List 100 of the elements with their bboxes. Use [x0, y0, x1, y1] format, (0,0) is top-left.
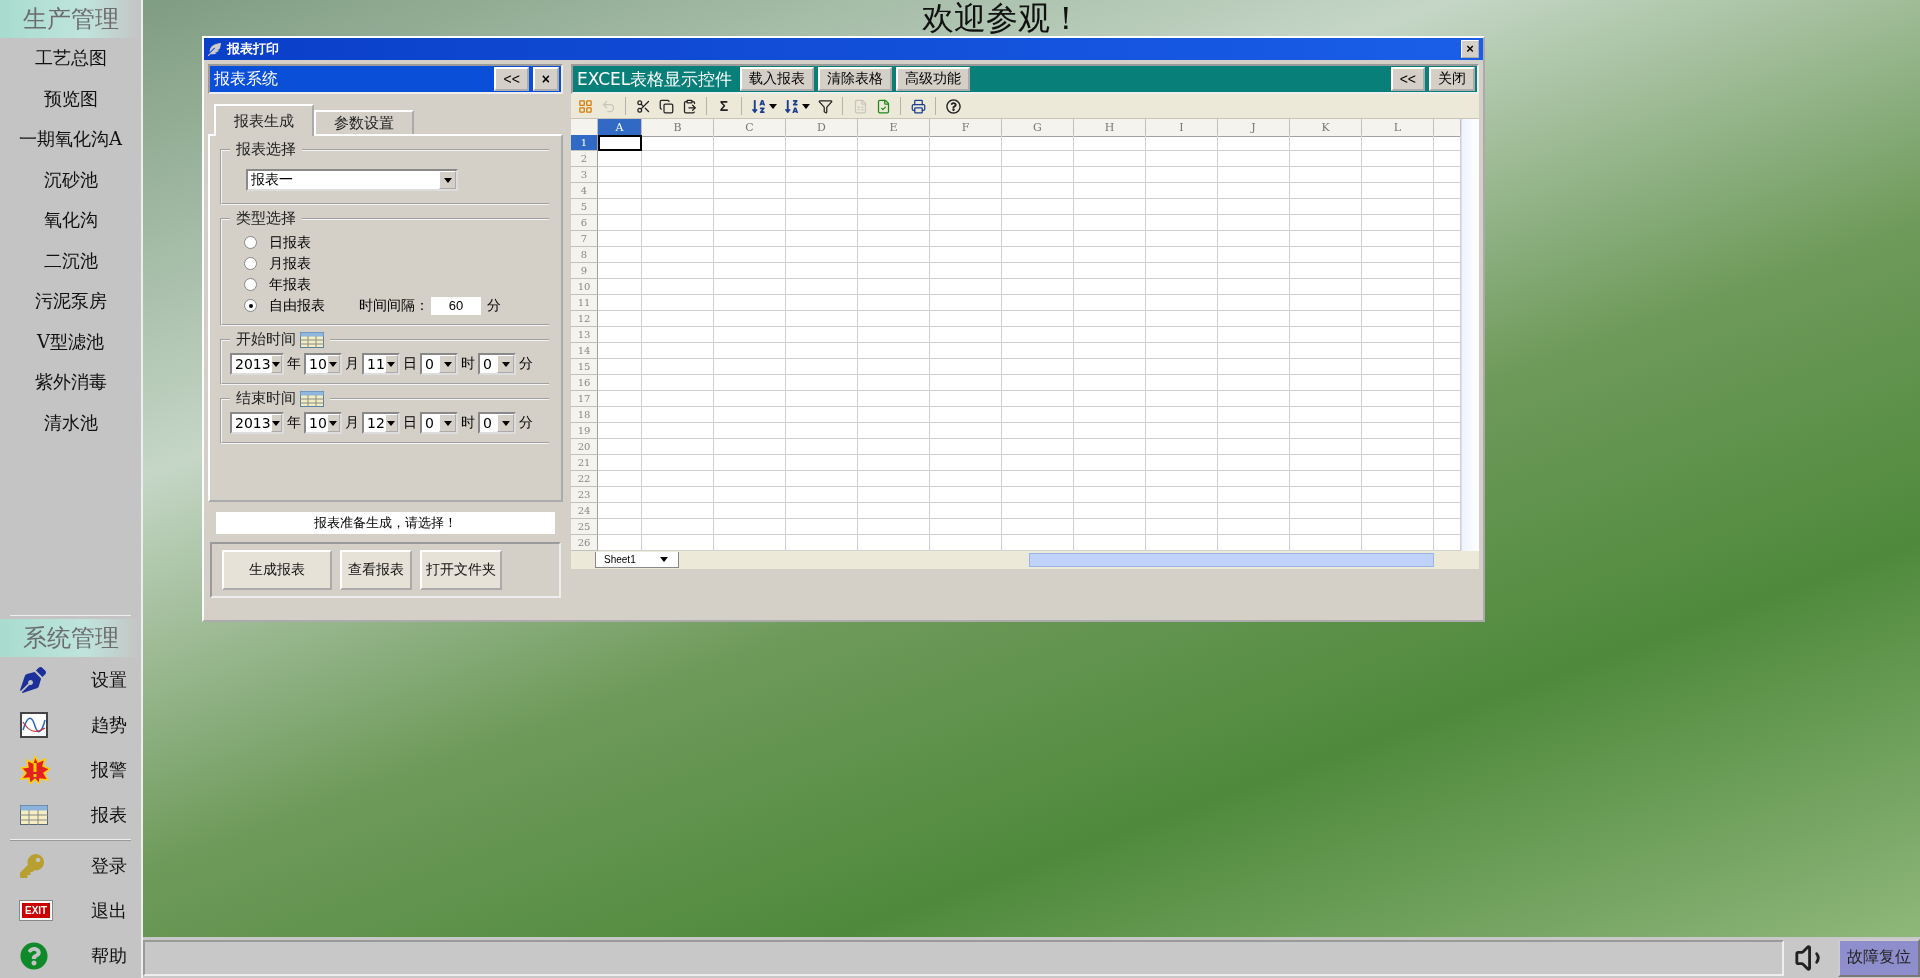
column-header[interactable]: I [1146, 119, 1218, 137]
sum-button[interactable]: Σ [714, 96, 734, 116]
toolbar-button[interactable]: 载入报表 [740, 67, 815, 91]
report-dropdown[interactable]: 报表一 [246, 169, 458, 191]
unit-label: 分 [519, 414, 533, 432]
caret-icon [329, 420, 338, 426]
filter-icon [817, 98, 833, 114]
trend-chart-icon [20, 711, 48, 738]
radio-button[interactable] [244, 299, 257, 312]
time-dropdown[interactable]: 10 [304, 353, 342, 375]
column-header[interactable]: H [1074, 119, 1146, 137]
calendar-icon [300, 331, 324, 348]
nav-item[interactable]: 报表 [0, 792, 141, 837]
sort-ascending-icon [751, 98, 766, 114]
column-header[interactable]: J [1218, 119, 1290, 137]
nav-item[interactable]: 氧化沟 [0, 200, 141, 241]
nav-item[interactable]: 工艺总图 [0, 38, 141, 79]
sort-descending-icon [784, 98, 799, 114]
caret-icon [501, 420, 510, 426]
nav-item[interactable]: 趋势 [0, 702, 141, 747]
tab[interactable]: 参数设置 [314, 110, 414, 134]
unit-label: 年 [287, 355, 301, 373]
open-folder-button[interactable]: 打开文件夹 [420, 550, 502, 590]
nav-item[interactable]: 帮助 [0, 933, 141, 978]
column-header[interactable]: G [1002, 119, 1074, 137]
nav-item[interactable]: 清水池 [0, 402, 141, 443]
time-dropdown[interactable]: 0 [420, 353, 458, 375]
close-button[interactable]: × [532, 67, 559, 91]
time-dropdown[interactable]: 2013 [230, 412, 284, 434]
table-cell[interactable] [598, 135, 642, 151]
toolbar-button[interactable] [943, 96, 963, 116]
time-dropdown[interactable]: 11 [362, 353, 400, 375]
printer-icon [910, 98, 926, 114]
unit-label: 分 [519, 355, 533, 373]
nav-item[interactable]: 沉砂池 [0, 159, 141, 200]
caret-icon [272, 361, 281, 367]
nav-item[interactable]: 一期氧化沟A [0, 119, 141, 160]
collapse-button[interactable]: << [1390, 67, 1425, 91]
group-label: 结束时间 [236, 389, 296, 408]
cut-icon [635, 98, 651, 114]
calendar-icon [300, 390, 324, 407]
unit-label: 日 [403, 355, 417, 373]
nav-item[interactable]: 登录 [0, 843, 141, 888]
nav-item[interactable]: 二沉池 [0, 240, 141, 281]
column-header[interactable]: F [930, 119, 1002, 137]
close-button[interactable]: 关闭 [1429, 67, 1475, 91]
time-dropdown[interactable]: 0 [478, 353, 516, 375]
row-header[interactable]: 1 [571, 135, 598, 151]
toolbar-button[interactable]: 清除表格 [818, 67, 893, 91]
sheet-tab[interactable]: Sheet1 [595, 552, 679, 568]
radio-button[interactable] [244, 257, 257, 270]
toolbar-button[interactable]: 高级功能 [896, 67, 971, 91]
exit-sign-icon: EXIT [20, 901, 53, 920]
time-dropdown[interactable]: 2013 [230, 353, 284, 375]
column-header[interactable]: L [1362, 119, 1434, 137]
nav-item[interactable]: 设置 [0, 657, 141, 702]
reset-button[interactable]: 故障复位 [1838, 938, 1920, 977]
tab[interactable]: 报表生成 [214, 104, 314, 136]
interval-field[interactable]: 60 [431, 296, 481, 315]
nav-item[interactable]: 报警 [0, 747, 141, 792]
column-header[interactable]: K [1290, 119, 1362, 137]
collapse-button[interactable]: << [494, 67, 529, 91]
generate-button[interactable]: 生成报表 [222, 550, 332, 590]
time-dropdown[interactable]: 0 [420, 412, 458, 434]
unit-label: 年 [287, 414, 301, 432]
vertical-scrollbar[interactable] [1461, 119, 1479, 551]
caret-icon [501, 361, 510, 367]
nav-item[interactable]: 预览图 [0, 78, 141, 119]
radio-button[interactable] [244, 278, 257, 291]
horizontal-scrollbar[interactable] [1028, 553, 1434, 567]
time-dropdown[interactable]: 10 [304, 412, 342, 434]
column-header[interactable]: E [858, 119, 930, 137]
nav-item[interactable]: V型滤池 [0, 321, 141, 362]
close-button[interactable]: × [1461, 40, 1479, 58]
caret-icon [802, 103, 810, 109]
nav-item[interactable]: 污泥泵房 [0, 281, 141, 322]
time-dropdown[interactable]: 0 [478, 412, 516, 434]
view-button[interactable]: 查看报表 [340, 550, 412, 590]
column-header[interactable]: D [786, 119, 858, 137]
group-label: 类型选择 [236, 209, 296, 228]
time-dropdown[interactable]: 12 [362, 412, 400, 434]
interval-label: 时间间隔： [359, 296, 429, 315]
nav-item[interactable]: 紫外消毒 [0, 362, 141, 403]
column-header[interactable]: B [642, 119, 714, 137]
caret-icon [769, 103, 777, 109]
unit-label: 月 [345, 414, 359, 432]
column-header[interactable]: C [714, 119, 786, 137]
group-label: 开始时间 [236, 330, 296, 349]
radio-label: 月报表 [269, 254, 312, 273]
welcome-title: 欢迎参观！ [922, 0, 1082, 36]
unit-label: 时 [461, 355, 475, 373]
caret-icon [387, 361, 396, 367]
paste-icon [681, 98, 697, 114]
panel-title: EXCEL表格显示控件 [577, 67, 733, 91]
radio-button[interactable] [244, 236, 257, 249]
caret-icon [272, 420, 281, 426]
caret-icon [329, 361, 338, 367]
caret-icon [387, 420, 396, 426]
nav-item[interactable]: EXIT 退出 [0, 888, 141, 933]
help-icon [945, 98, 961, 114]
